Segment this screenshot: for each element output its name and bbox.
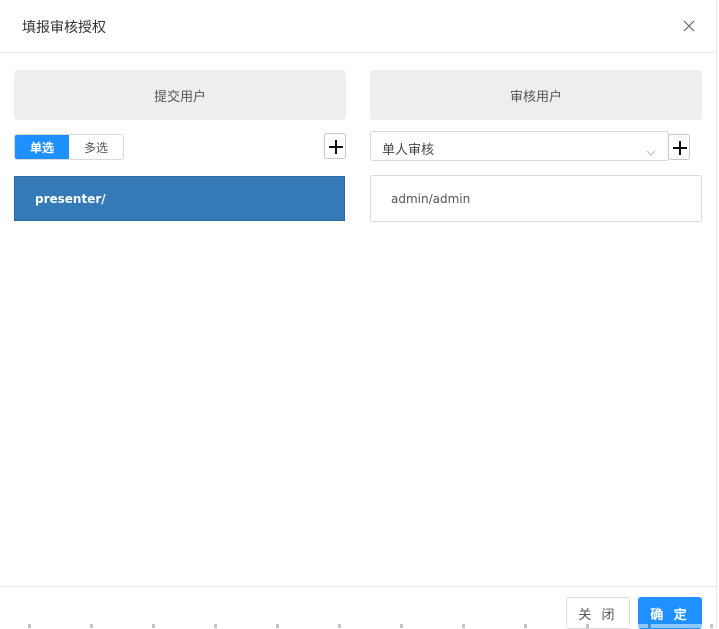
plus-icon [329, 140, 343, 154]
bottom-divider [0, 624, 716, 628]
chevron-down-icon [646, 142, 656, 161]
selection-mode-toggle: 单选 多选 [14, 134, 124, 160]
multi-select-option[interactable]: 多选 [69, 135, 123, 159]
review-users-header: 审核用户 [370, 70, 702, 120]
plus-icon [673, 141, 687, 155]
submit-users-header-label: 提交用户 [153, 89, 206, 105]
dialog-title: 填报审核授权 [22, 20, 106, 36]
review-users-header-label: 审核用户 [509, 89, 562, 105]
submit-user-label: presenter/ [35, 192, 106, 206]
review-user-list: admin/admin [370, 175, 702, 222]
authorization-dialog: 填报审核授权 提交用户 单选 多选 presenter/ 审核用户 单人审核 a… [0, 0, 717, 629]
dialog-header: 填报审核授权 [0, 0, 716, 53]
submit-users-header: 提交用户 [14, 70, 346, 120]
single-select-option[interactable]: 单选 [15, 135, 69, 159]
review-mode-select[interactable]: 单人审核 [370, 131, 669, 161]
review-mode-value: 单人审核 [382, 143, 435, 158]
review-user-list-item[interactable]: admin/admin [391, 192, 470, 206]
submit-user-list-item[interactable]: presenter/ [14, 176, 345, 221]
add-submit-user-button[interactable] [324, 133, 346, 159]
add-review-user-button[interactable] [668, 134, 690, 160]
close-icon[interactable] [680, 17, 698, 35]
